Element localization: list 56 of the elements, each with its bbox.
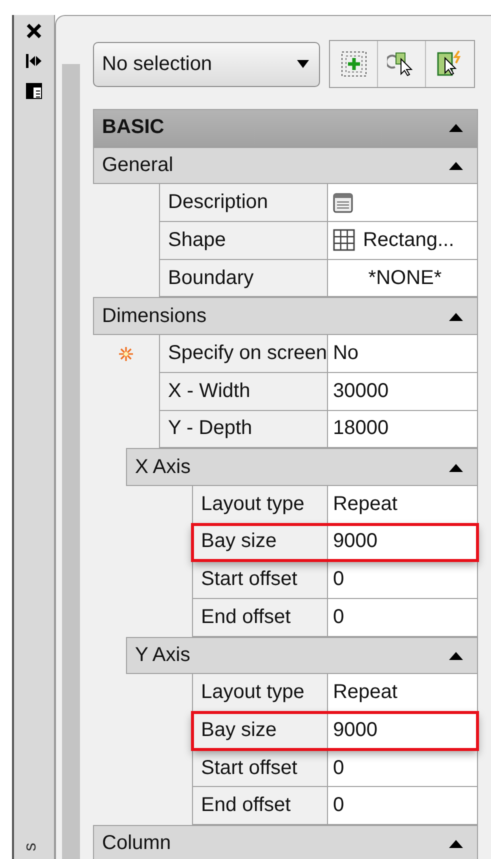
value-cell[interactable]: Rectang... <box>328 222 478 260</box>
palette-title: s <box>20 842 40 852</box>
group-header[interactable]: X Axis <box>126 448 478 486</box>
add-icon <box>340 50 368 78</box>
value-cell[interactable]: 0 <box>328 561 478 599</box>
property-label: End offset <box>192 787 328 826</box>
collapse-icon[interactable] <box>26 53 42 69</box>
category-header[interactable]: BASIC <box>93 109 478 147</box>
group-header[interactable]: Dimensions <box>93 297 478 336</box>
close-icon[interactable] <box>26 23 42 39</box>
header-title: X Axis <box>135 456 191 479</box>
dropdown-arrow-icon <box>297 60 309 68</box>
collapse-icon[interactable] <box>448 312 463 321</box>
header-title: Column <box>102 832 171 856</box>
property-label: X - Width <box>159 372 328 410</box>
asterisk-icon <box>119 346 133 361</box>
header-title: General <box>102 154 174 178</box>
value-cell[interactable]: 18000 <box>328 410 478 448</box>
dropdown-value: No selection <box>102 52 212 76</box>
collapse-icon[interactable] <box>448 650 463 660</box>
collapse-icon[interactable] <box>448 462 463 472</box>
header-title: BASIC <box>102 116 164 140</box>
group-header[interactable]: General <box>93 146 478 184</box>
value-cell[interactable]: 0 <box>328 750 478 788</box>
header-title: Dimensions <box>102 304 206 328</box>
collapse-icon[interactable] <box>448 123 463 132</box>
property-label: Layout type <box>192 674 328 712</box>
property-label: Layout type <box>192 486 328 524</box>
value-cell[interactable]: 9000 <box>328 524 478 562</box>
property-label: Start offset <box>192 750 328 788</box>
group-header[interactable]: Y Axis <box>126 636 478 674</box>
value-cell[interactable] <box>328 184 478 222</box>
grid-icon <box>332 229 355 252</box>
group-header[interactable]: Column <box>93 825 478 859</box>
header-title: Y Axis <box>135 644 190 667</box>
value-cell[interactable]: Repeat <box>328 674 478 712</box>
text-editor-icon[interactable] <box>332 192 353 213</box>
property-label: Y - Depth <box>159 410 328 448</box>
collapse-icon[interactable] <box>448 161 463 170</box>
value-cell[interactable]: 0 <box>328 598 478 637</box>
property-label: Specify on screen <box>159 335 328 373</box>
property-label: Boundary <box>159 260 328 298</box>
value-text: Rectang... <box>362 228 454 252</box>
collapse-icon[interactable] <box>448 839 463 848</box>
property-label: End offset <box>192 598 328 637</box>
value-cell[interactable]: Repeat <box>328 486 478 524</box>
value-cell[interactable]: 9000 <box>328 712 478 750</box>
property-label: Description <box>159 184 328 222</box>
properties-icon[interactable] <box>26 83 42 99</box>
value-cell[interactable]: *NONE* <box>328 260 478 298</box>
value-cell[interactable]: 30000 <box>328 372 478 410</box>
value-cell[interactable]: No <box>328 335 478 373</box>
selection-dropdown[interactable]: No selection <box>93 42 320 86</box>
value-cell[interactable]: 0 <box>328 787 478 826</box>
property-label: Shape <box>159 222 328 260</box>
property-label: Start offset <box>192 561 328 599</box>
